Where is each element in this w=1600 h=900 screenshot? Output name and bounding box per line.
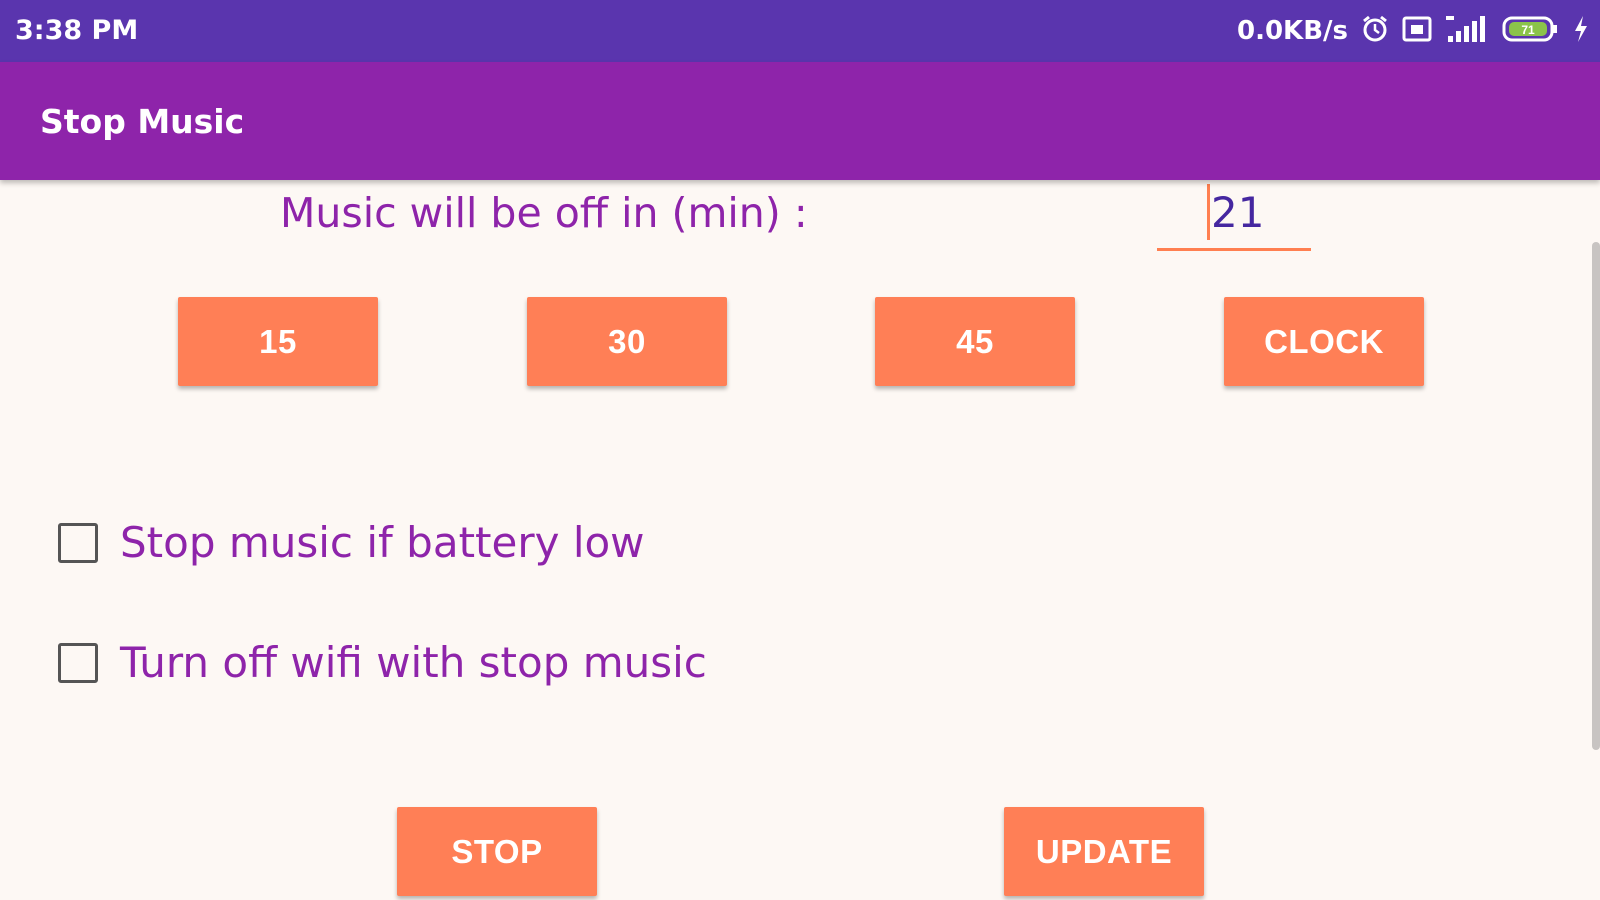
minutes-input[interactable]: 21: [1157, 184, 1311, 251]
app-title: Stop Music: [40, 102, 245, 141]
battery-low-checkbox[interactable]: [58, 523, 98, 563]
sim-icon: [1402, 15, 1432, 47]
clock-button[interactable]: CLOCK: [1224, 297, 1424, 386]
battery-level-text: 71: [1521, 23, 1535, 37]
wifi-off-option[interactable]: Turn off wifi with stop music: [58, 638, 707, 688]
update-button[interactable]: UPDATE: [1004, 807, 1204, 896]
stop-button[interactable]: STOP: [397, 807, 597, 896]
signal-icon: [1444, 14, 1490, 48]
scrollbar[interactable]: [1592, 242, 1600, 750]
app-screen: 3:38 PM 0.0KB/s 71 Stop Music Music will…: [0, 0, 1600, 900]
status-time: 3:38 PM: [15, 15, 139, 46]
network-speed: 0.0KB/s: [1237, 16, 1348, 46]
battery-low-label: Stop music if battery low: [120, 518, 645, 567]
preset-15-button[interactable]: 15: [178, 297, 378, 386]
preset-30-button[interactable]: 30: [527, 297, 727, 386]
text-cursor: [1207, 184, 1210, 240]
battery-icon: 71: [1502, 14, 1560, 48]
status-icons: 0.0KB/s 71: [1237, 14, 1590, 48]
wifi-off-checkbox[interactable]: [58, 643, 98, 683]
minutes-value: 21: [1211, 188, 1265, 237]
alarm-icon: [1360, 14, 1390, 48]
timer-label: Music will be off in (min) :: [280, 189, 808, 237]
app-bar: Stop Music: [0, 62, 1600, 180]
preset-45-button[interactable]: 45: [875, 297, 1075, 386]
battery-low-option[interactable]: Stop music if battery low: [58, 518, 645, 568]
charging-icon: [1572, 14, 1590, 48]
wifi-off-label: Turn off wifi with stop music: [120, 638, 707, 687]
status-bar: 3:38 PM 0.0KB/s 71: [0, 0, 1600, 62]
